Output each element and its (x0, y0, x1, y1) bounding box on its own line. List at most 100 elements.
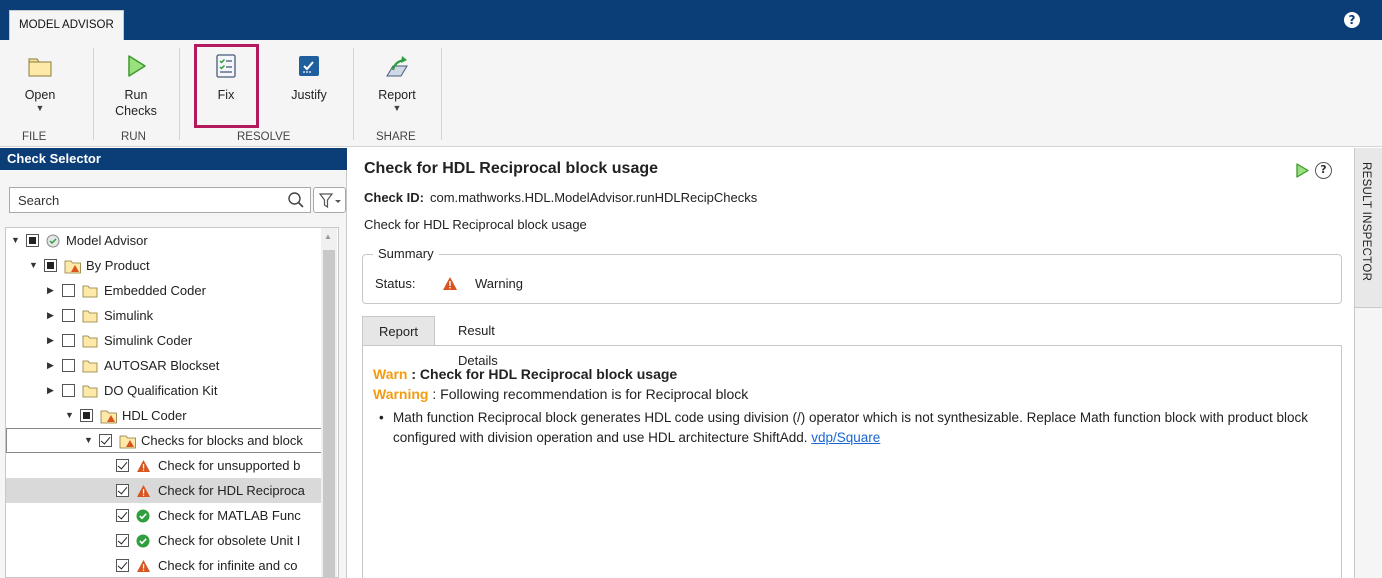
checkbox[interactable] (62, 284, 75, 297)
open-dropdown-caret-icon[interactable]: ▼ (15, 103, 65, 113)
tree-row-do-qualification-kit[interactable]: ▶ DO Qualification Kit (6, 378, 322, 403)
check-selector-title: Check Selector (0, 148, 347, 170)
checkbox[interactable] (116, 509, 129, 522)
checkbox[interactable] (99, 434, 112, 447)
checkbox[interactable] (26, 234, 39, 247)
scrollbar-thumb[interactable] (323, 250, 335, 577)
expand-arrow-icon[interactable]: ▶ (47, 353, 54, 378)
tree-label: Simulink Coder (104, 333, 193, 348)
expand-arrow-icon[interactable]: ▶ (47, 378, 54, 403)
result-inspector-tab[interactable]: RESULT INSPECTOR (1355, 148, 1382, 308)
tab-result-details[interactable]: Result Details (442, 316, 514, 368)
tree-row-check-obsolete-unit[interactable]: Check for obsolete Unit I (6, 528, 322, 553)
search-input[interactable] (9, 187, 311, 213)
run-checks-label: Run Checks (115, 88, 157, 118)
expand-arrow-icon[interactable]: ▼ (84, 429, 93, 452)
search-icon[interactable] (287, 191, 305, 209)
checkbox[interactable] (116, 459, 129, 472)
folder-icon (82, 285, 98, 298)
checkbox[interactable] (80, 409, 93, 422)
tree-row-checks-for-blocks[interactable]: ▼ Checks for blocks and block (6, 428, 322, 453)
check-description: Check for HDL Reciprocal block usage (364, 217, 587, 232)
justify-icon (299, 56, 319, 76)
tree-row-embedded-coder[interactable]: ▶ Embedded Coder (6, 278, 322, 303)
tree-row-check-infinite[interactable]: Check for infinite and co (6, 553, 322, 577)
tree-row-autosar-blockset[interactable]: ▶ AUTOSAR Blockset (6, 353, 322, 378)
warning-icon (443, 277, 457, 290)
tree-label: Checks for blocks and block (141, 433, 303, 448)
checkbox[interactable] (62, 309, 75, 322)
filter-icon (318, 193, 341, 209)
expand-arrow-icon[interactable]: ▼ (65, 403, 74, 428)
checkbox[interactable] (116, 484, 129, 497)
expand-arrow-icon[interactable]: ▶ (47, 303, 54, 328)
result-inspector-sidebar: RESULT INSPECTOR (1354, 148, 1382, 578)
filter-button[interactable] (313, 187, 346, 213)
toolstrip: Open ▼ Run Checks Fix Justify Report ▼ F… (0, 40, 1382, 182)
tree-row-simulink[interactable]: ▶ Simulink (6, 303, 322, 328)
fix-label: Fix (217, 88, 235, 102)
expand-arrow-icon[interactable]: ▼ (29, 253, 38, 278)
app-tab-strip: MODEL ADVISOR ? (0, 0, 1382, 40)
report-button[interactable]: Report ▼ (372, 42, 422, 113)
folder-icon (82, 335, 98, 348)
scroll-up-icon[interactable]: ▲ (324, 232, 332, 241)
tree-row-model-advisor[interactable]: ▼ Model Advisor (6, 228, 322, 253)
checkbox[interactable] (62, 334, 75, 347)
tree-row-check-unsupported[interactable]: Check for unsupported b (6, 453, 322, 478)
recommendation-bullet: Math function Reciprocal block generates… (373, 408, 1333, 448)
check-id-label: Check ID: (364, 190, 424, 205)
block-link[interactable]: vdp/Square (811, 430, 880, 445)
check-title: Check for HDL Reciprocal block usage (364, 160, 659, 177)
checkbox[interactable] (62, 359, 75, 372)
separator (353, 48, 354, 140)
tree-scrollbar[interactable]: ▲ (321, 228, 337, 577)
open-button[interactable]: Open ▼ (15, 42, 65, 113)
report-warning-line: Warning : Following recommendation is fo… (373, 386, 748, 402)
checkbox[interactable] (116, 534, 129, 547)
justify-button[interactable]: Justify (281, 42, 337, 103)
tree-row-by-product[interactable]: ▼ By Product (6, 253, 322, 278)
tree-row-check-hdl-reciprocal[interactable]: Check for HDL Reciproca (6, 478, 322, 503)
group-label-file: FILE (22, 131, 47, 143)
report-export-icon (386, 56, 408, 77)
checkbox[interactable] (62, 384, 75, 397)
folder-icon (82, 360, 98, 373)
tree-row-check-matlab-function[interactable]: Check for MATLAB Func (6, 503, 322, 528)
fix-checklist-icon (216, 54, 236, 78)
tree-label: AUTOSAR Blockset (104, 358, 220, 373)
tree-label: Check for unsupported b (158, 458, 301, 473)
fix-button[interactable]: Fix (201, 42, 251, 103)
tab-model-advisor[interactable]: MODEL ADVISOR (9, 10, 124, 40)
report-dropdown-caret-icon[interactable]: ▼ (372, 103, 422, 113)
check-id-line: Check ID: com.mathworks.HDL.ModelAdvisor.… (364, 190, 757, 205)
report-warn-line: Warn : Check for HDL Reciprocal block us… (373, 366, 677, 382)
check-details-panel: Check for HDL Reciprocal block usage ? C… (348, 148, 1354, 578)
pass-check-icon (136, 509, 150, 523)
checkbox[interactable] (44, 259, 57, 272)
expand-arrow-icon[interactable]: ▼ (11, 228, 20, 253)
run-check-icon[interactable] (1295, 163, 1309, 178)
tree-label: Model Advisor (66, 233, 148, 248)
tree-label: By Product (86, 258, 150, 273)
tree-label: Check for infinite and co (158, 558, 298, 573)
summary-box: Summary Status: Warning (362, 246, 1342, 304)
run-checks-button[interactable]: Run Checks (108, 42, 164, 119)
expand-arrow-icon[interactable]: ▶ (47, 328, 54, 353)
status-ok-icon (46, 234, 60, 248)
tree-label: Check for obsolete Unit I (158, 533, 301, 548)
result-inspector-label: RESULT INSPECTOR (1360, 162, 1372, 282)
tree-row-simulink-coder[interactable]: ▶ Simulink Coder (6, 328, 322, 353)
tree-label: Check for HDL Reciproca (158, 483, 305, 498)
folder-warning-icon (100, 410, 117, 424)
check-help-icon[interactable]: ? (1315, 162, 1332, 179)
warning-icon (137, 460, 150, 472)
expand-arrow-icon[interactable]: ▶ (47, 278, 54, 303)
tree-label: DO Qualification Kit (104, 383, 218, 398)
checkbox[interactable] (116, 559, 129, 572)
folder-icon (82, 310, 98, 323)
justify-label: Justify (291, 88, 327, 102)
tree-row-hdl-coder[interactable]: ▼ HDL Coder (6, 403, 322, 428)
help-icon[interactable]: ? (1344, 12, 1360, 28)
tab-report[interactable]: Report (362, 316, 436, 346)
